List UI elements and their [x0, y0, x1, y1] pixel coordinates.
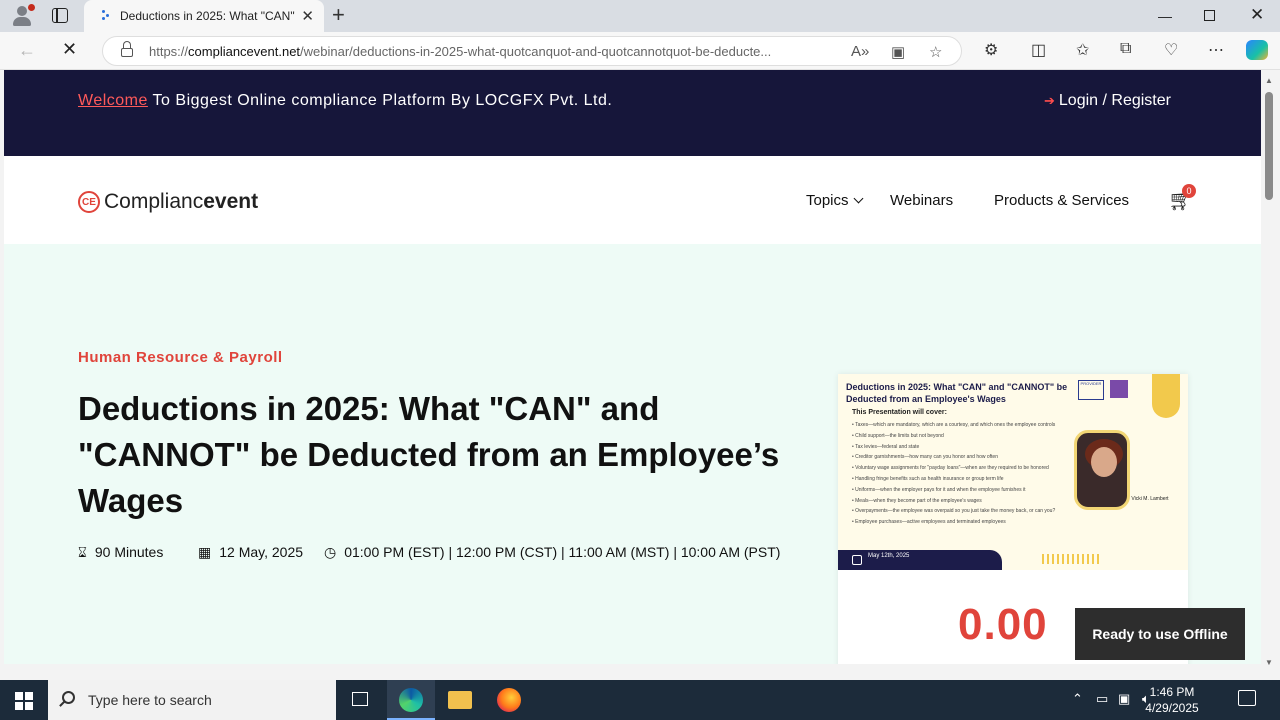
windows-taskbar: Type here to search ⌃ ▭ ▣ 🔈︎ 1:46 PM 4/2…	[0, 680, 1280, 720]
tab-title: Deductions in 2025: What "CAN" and "CANN…	[120, 9, 296, 23]
network-icon[interactable]: ▣	[1118, 691, 1130, 707]
price: 0.00	[958, 600, 1048, 649]
offline-status-overlay: Ready to use Offline	[1075, 608, 1245, 660]
page-scrollbar[interactable]: ▲ ▼	[1261, 70, 1280, 672]
webinar-hero: Human Resource & Payroll Deductions in 2…	[4, 244, 1261, 664]
speaker-name: Vicki M. Lambert	[1131, 496, 1169, 502]
hourglass-icon: ⌛︎	[78, 544, 87, 560]
new-tab-icon[interactable]: +	[332, 2, 345, 28]
task-view-button[interactable]	[336, 680, 384, 720]
nav-products-services[interactable]: Products & Services	[994, 192, 1129, 209]
more-menu-icon[interactable]: ⋯	[1208, 40, 1224, 60]
webinar-date: ▦ 12 May, 2025	[198, 544, 304, 560]
logo-mark: CE	[78, 191, 100, 213]
calendar-icon	[852, 555, 862, 565]
poster-accent	[1152, 374, 1180, 418]
copilot-icon[interactable]	[1246, 40, 1268, 60]
file-explorer-button[interactable]	[436, 680, 484, 720]
folder-icon	[448, 691, 472, 709]
poster-topic: Taxes—which are mandatory, which are a c…	[852, 420, 1062, 431]
poster-topic: Meals—when they become part of the emplo…	[852, 496, 1062, 507]
tray-chevron-icon[interactable]: ⌃	[1072, 691, 1083, 707]
collections-icon[interactable]: ⧉	[1120, 40, 1131, 58]
duration: ⌛︎ 90 Minutes	[78, 544, 164, 560]
webinar-time: ◷ 01:00 PM (EST) | 12:00 PM (CST) | 11:00…	[324, 544, 781, 560]
browser-tab-bar: Deductions in 2025: What "CAN" and "CANN…	[0, 0, 1280, 32]
immersive-reader-icon[interactable]: ▣	[891, 43, 905, 61]
stop-loading-icon[interactable]: ✕	[62, 39, 77, 60]
favorite-star-icon[interactable]: ☆	[929, 43, 942, 61]
poster-topic: Handling fringe benefits such as health …	[852, 474, 1062, 485]
web-page: Welcome To Biggest Online compliance Pla…	[4, 70, 1261, 664]
poster-date-bar: May 12th, 2025	[838, 550, 1002, 570]
welcome-link[interactable]: Welcome	[78, 92, 148, 109]
loading-favicon-icon	[102, 10, 112, 20]
site-logo[interactable]: CE Compliancevent	[78, 190, 258, 214]
edge-icon	[399, 688, 423, 712]
lock-icon[interactable]	[121, 41, 133, 57]
poster-topic: Voluntary wage assignments for "payday l…	[852, 463, 1062, 474]
scroll-up-icon[interactable]: ▲	[1265, 76, 1273, 85]
url-text[interactable]: https://compliancevent.net/webinar/deduc…	[149, 44, 839, 59]
webinar-poster: Deductions in 2025: What "CAN" and "CANN…	[838, 374, 1188, 570]
poster-topic: Creditor garnishments—how many can you h…	[852, 452, 1062, 463]
browser-tab[interactable]: Deductions in 2025: What "CAN" and "CANN…	[84, 0, 324, 32]
minimize-icon[interactable]: —	[1158, 8, 1172, 24]
poster-topic: Child support—the limits but not beyond	[852, 431, 1062, 442]
calendar-icon: ▦	[198, 544, 212, 560]
tab-actions-icon[interactable]	[52, 8, 68, 23]
category-label[interactable]: Human Resource & Payroll	[78, 349, 283, 366]
search-icon	[62, 691, 75, 704]
poster-title: Deductions in 2025: What "CAN" and "CANN…	[846, 382, 1068, 404]
webinar-title: Deductions in 2025: What "CAN" and "CANN…	[78, 390, 780, 519]
poster-topic: Employee purchases—active employees and …	[852, 517, 1062, 528]
poster-cover-label: This Presentation will cover:	[852, 409, 947, 416]
scroll-down-icon[interactable]: ▼	[1265, 658, 1273, 667]
firefox-icon	[497, 688, 521, 712]
close-tab-icon[interactable]: ✕	[301, 7, 314, 25]
clock-icon: ◷	[324, 544, 337, 560]
browser-essentials-icon[interactable]: ♡	[1164, 40, 1178, 60]
meet-now-icon[interactable]: ▭	[1096, 691, 1108, 707]
partner-logo	[1110, 380, 1128, 398]
split-screen-icon[interactable]: ◫	[1031, 40, 1046, 60]
welcome-text: Welcome To Biggest Online compliance Pla…	[78, 92, 613, 109]
audio-wave-graphic	[1042, 554, 1102, 564]
nav-topics[interactable]: Topics	[806, 192, 863, 209]
maximize-icon[interactable]	[1204, 10, 1215, 21]
extensions-icon[interactable]: ⚙	[984, 40, 998, 60]
cart-count-badge: 0	[1182, 184, 1196, 198]
chevron-down-icon	[853, 193, 863, 204]
poster-topic: Overpayments—the employee was overpaid s…	[852, 506, 1062, 517]
taskbar-search-box[interactable]: Type here to search	[48, 680, 336, 720]
welcome-strip: Welcome To Biggest Online compliance Pla…	[4, 70, 1261, 156]
search-placeholder: Type here to search	[88, 692, 212, 708]
scrollbar-thumb[interactable]	[1265, 92, 1273, 200]
edge-taskbar-button[interactable]	[387, 680, 435, 720]
task-view-icon	[352, 692, 368, 706]
address-bar[interactable]: https://compliancevent.net/webinar/deduc…	[102, 36, 962, 66]
close-window-icon[interactable]: ✕	[1250, 5, 1264, 25]
poster-topic: Uniforms—when the employer pays for it a…	[852, 485, 1062, 496]
provider-badge: PROVIDER	[1078, 380, 1104, 400]
poster-topic-list: Taxes—which are mandatory, which are a c…	[852, 420, 1062, 528]
poster-topic: Tax levies—federal and state	[852, 442, 1062, 453]
nav-webinars[interactable]: Webinars	[890, 192, 953, 209]
read-aloud-icon[interactable]: A»	[851, 43, 869, 60]
notification-icon[interactable]	[1238, 690, 1256, 706]
back-icon[interactable]: ←	[18, 40, 36, 61]
favorites-icon[interactable]: ✩	[1076, 40, 1089, 60]
taskbar-clock[interactable]: 1:46 PM 4/29/2025	[1140, 684, 1204, 716]
site-header: CE Compliancevent Topics Webinars Produc…	[4, 156, 1261, 244]
login-register-link[interactable]: ➔ Login / Register	[1044, 87, 1171, 115]
firefox-taskbar-button[interactable]	[485, 680, 533, 720]
windows-start-icon[interactable]	[15, 692, 33, 710]
sign-in-icon: ➔	[1044, 93, 1055, 108]
profile-avatar-icon[interactable]	[10, 4, 35, 28]
